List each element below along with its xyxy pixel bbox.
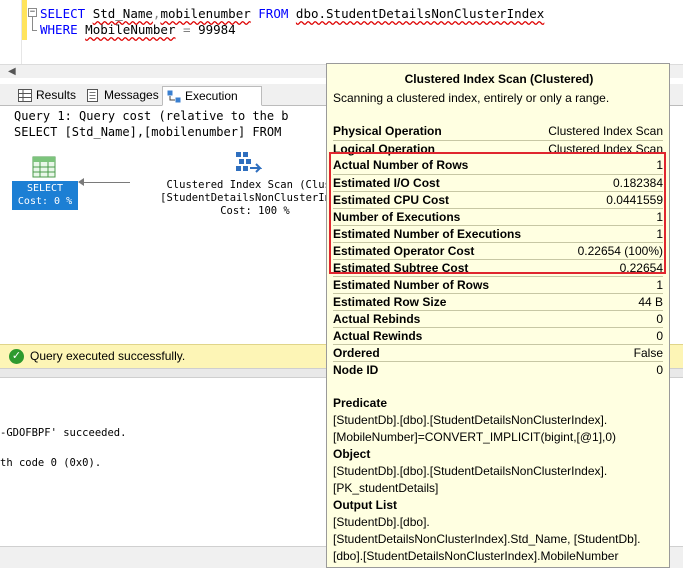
code-line-2[interactable]: WHERE MobileNumber = 99984 — [40, 22, 236, 37]
literal-value: 99984 — [198, 22, 236, 37]
property-value: 0 — [656, 329, 663, 343]
property-row: Actual Rebinds 0 — [333, 310, 663, 327]
output-list-line-2: [StudentDetailsNonClusterIndex].Std_Name… — [333, 532, 641, 546]
predicate-heading: Predicate — [333, 396, 388, 410]
equals-operator: = — [183, 22, 191, 37]
success-check-icon: ✓ — [9, 349, 24, 364]
fold-guide — [32, 17, 33, 31]
output-list-line-3: [dbo].[StudentDetailsNonClusterIndex].Mo… — [333, 549, 619, 563]
object-text-line-1: [StudentDb].[dbo].[StudentDetailsNonClus… — [333, 464, 608, 478]
property-label: Estimated Number of Rows — [333, 278, 490, 292]
keyword-select: SELECT — [40, 6, 86, 21]
execution-plan-icon — [167, 90, 181, 103]
select-node-cost: Cost: 0 % — [17, 196, 73, 207]
tab-results-label: Results — [36, 88, 77, 102]
property-label: Actual Rebinds — [333, 312, 421, 326]
property-row: Physical Operation Clustered Index Scan — [333, 123, 663, 140]
scroll-left-icon[interactable]: ◀ — [8, 66, 16, 77]
select-operator-node[interactable]: SELECT Cost: 0 % — [12, 181, 78, 210]
property-row: Ordered False — [333, 344, 663, 361]
property-value: False — [633, 346, 663, 360]
messages-icon — [87, 89, 98, 102]
output-list-line-1: [StudentDb].[dbo]. — [333, 515, 430, 529]
property-row: Node ID 0 — [333, 361, 663, 378]
property-row: Estimated Number of Rows 1 — [333, 276, 663, 293]
clustered-index-scan-icon[interactable] — [234, 150, 262, 176]
property-value: Clustered Index Scan — [548, 124, 663, 138]
table-name: dbo.StudentDetailsNonClusterIndex — [295, 6, 545, 21]
select-node-label: SELECT — [26, 183, 64, 194]
column-std-name: Std_Name — [92, 6, 153, 21]
select-operator-icon — [32, 156, 56, 178]
property-row: Estimated Row Size 44 B — [333, 293, 663, 310]
column-mobilenumber: mobilenumber — [160, 6, 251, 21]
tab-messages-label: Messages — [104, 88, 159, 102]
property-value: 0 — [656, 312, 663, 326]
object-heading: Object — [333, 447, 371, 461]
query-text-line: SELECT [Std_Name],[mobilenumber] FROM — [14, 125, 282, 139]
property-label: Physical Operation — [333, 124, 442, 138]
property-row: Actual Rewinds 0 — [333, 327, 663, 344]
output-line-1: -GDOFBPF' succeeded. — [0, 427, 127, 439]
highlight-box — [329, 152, 666, 274]
sql-editor[interactable]: − SELECT Std_Name,mobilenumber FROM dbo.… — [0, 0, 683, 64]
property-label: Node ID — [333, 363, 379, 377]
query-cost-line: Query 1: Query cost (relative to the b — [14, 109, 289, 123]
property-label: Ordered — [333, 346, 380, 360]
output-list-heading: Output List — [333, 498, 397, 512]
keyword-from: FROM — [258, 6, 289, 21]
code-line-1[interactable]: SELECT Std_Name,mobilenumber FROM dbo.St… — [40, 6, 544, 21]
status-text: Query executed successfully. — [30, 349, 186, 363]
predicate-text-line-1: [StudentDb].[dbo].[StudentDetailsNonClus… — [333, 413, 608, 427]
property-value: 0 — [656, 363, 663, 377]
property-value: 1 — [656, 278, 663, 292]
editor-gutter — [0, 0, 22, 64]
tooltip-title: Clustered Index Scan (Clustered) — [404, 72, 594, 86]
predicate-text-line-2: [MobileNumber]=CONVERT_IMPLICIT(bigint,[… — [333, 430, 617, 444]
object-text-line-2: [PK_studentDetails] — [333, 481, 439, 495]
property-value: 44 B — [638, 295, 663, 309]
collapse-toggle-icon[interactable]: − — [28, 8, 37, 17]
tab-messages[interactable]: Messages — [82, 86, 159, 106]
tooltip-description: Scanning a clustered index, entirely or … — [333, 91, 610, 105]
keyword-where: WHERE — [40, 22, 78, 37]
changed-lines-marker — [22, 0, 27, 40]
property-label: Actual Rewinds — [333, 329, 423, 343]
property-label: Estimated Row Size — [333, 295, 447, 309]
tab-results[interactable]: Results — [14, 86, 76, 106]
output-line-2: th code 0 (0x0). — [0, 457, 102, 469]
operator-properties-tooltip: Clustered Index Scan (Clustered) Scannin… — [326, 63, 670, 568]
column-mobilenumber-where: MobileNumber — [85, 22, 176, 37]
grid-icon — [18, 89, 32, 102]
tab-execution-plan[interactable]: Execution plan — [162, 86, 262, 121]
fold-guide-end — [32, 30, 37, 31]
